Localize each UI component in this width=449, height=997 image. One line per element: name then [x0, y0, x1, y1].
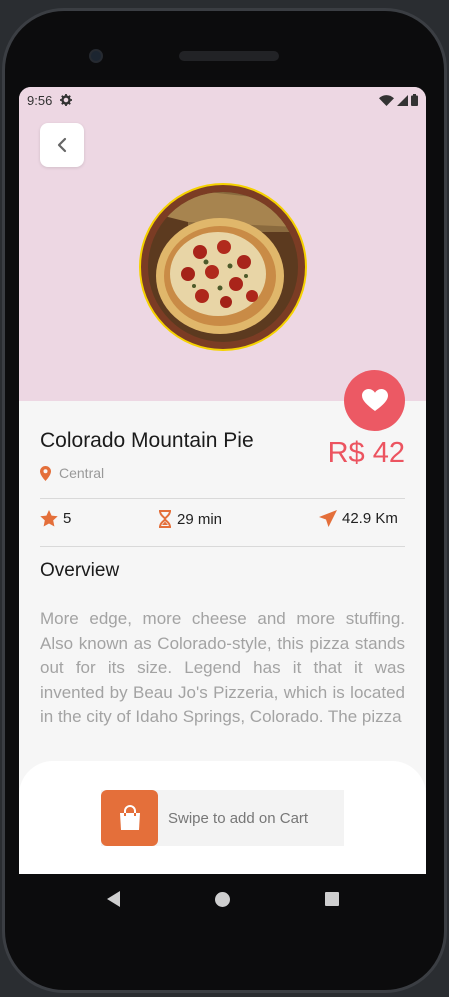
star-icon [40, 510, 58, 527]
phone-device: 9:56 Colorado Mountain Pie R$ 42 Central… [0, 0, 449, 997]
android-nav-bar [19, 874, 426, 924]
heart-icon [361, 389, 388, 411]
battery-icon [411, 94, 418, 106]
status-time: 9:56 [27, 92, 53, 108]
location-pin-icon [40, 465, 51, 481]
wifi-icon [379, 94, 394, 106]
product-price: R$ 42 [327, 437, 405, 469]
overview-heading: Overview [40, 560, 120, 581]
divider-top [40, 498, 405, 499]
product-hero: 9:56 [19, 87, 426, 401]
rating-value: 5 [63, 510, 72, 527]
nav-recents-icon[interactable] [324, 892, 339, 906]
swipe-to-cart[interactable]: Swipe to add on Cart [101, 790, 344, 846]
product-image [139, 183, 307, 351]
product-name: Colorado Mountain Pie [40, 429, 254, 452]
location-label: Central [59, 465, 105, 481]
earpiece-speaker [179, 51, 279, 61]
favorite-button[interactable] [344, 370, 405, 431]
chevron-left-icon [57, 137, 67, 153]
cart-sheet: Swipe to add on Cart [19, 761, 426, 874]
overview-text: More edge, more cheese and more stuffing… [40, 609, 405, 726]
status-icons [379, 94, 418, 106]
rating-stat: 5 [40, 510, 71, 527]
back-button[interactable] [40, 123, 84, 167]
status-bar: 9:56 [19, 87, 426, 113]
swipe-label: Swipe to add on Cart [168, 809, 309, 827]
nav-back-icon[interactable] [106, 891, 120, 907]
pizza-photo [148, 192, 298, 342]
distance-stat: 42.9 Km [319, 510, 398, 527]
time-stat: 29 min [158, 510, 222, 528]
nav-home-icon[interactable] [214, 891, 230, 907]
cellular-signal-icon [397, 94, 408, 106]
swipe-handle[interactable] [101, 790, 158, 846]
front-camera [89, 49, 103, 63]
divider-bottom [40, 546, 405, 547]
hourglass-icon [159, 510, 171, 528]
distance-value: 42.9 Km [342, 510, 398, 527]
paper-plane-icon [319, 510, 337, 527]
time-value: 29 min [177, 510, 223, 528]
product-location: Central [40, 465, 104, 481]
app-screen: 9:56 Colorado Mountain Pie R$ 42 Central… [19, 87, 426, 874]
shopping-bag-icon [119, 805, 140, 830]
settings-gear-icon [60, 94, 73, 106]
